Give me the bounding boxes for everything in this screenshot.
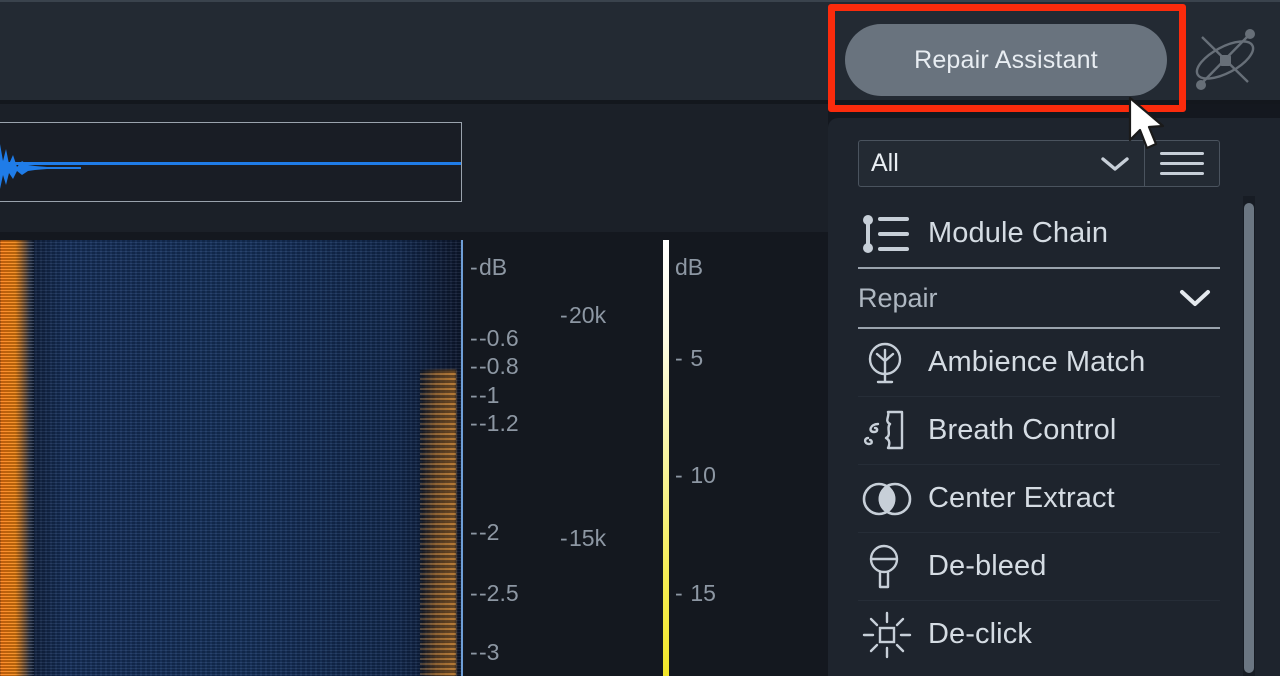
waveform-selection-box[interactable] bbox=[0, 122, 462, 202]
module-item-center-extract[interactable]: Center Extract bbox=[858, 465, 1250, 532]
amplitude-tick-0: -0.6 bbox=[479, 325, 519, 351]
module-item-de-bleed[interactable]: De-bleed bbox=[858, 533, 1250, 600]
sunburst-square-icon bbox=[858, 611, 928, 659]
level-tick-2: 15 bbox=[690, 580, 716, 606]
amplitude-tick-5: -2.5 bbox=[479, 580, 519, 606]
spectrogram-transient-right-texture bbox=[420, 370, 456, 676]
microphone-icon bbox=[858, 543, 928, 591]
amplitude-tick-1: -0.8 bbox=[479, 353, 519, 379]
module-item-label: Ambience Match bbox=[928, 346, 1146, 378]
top-toolbar: Repair Assistant bbox=[0, 0, 1280, 104]
repair-assistant-button[interactable]: Repair Assistant bbox=[845, 24, 1167, 96]
tree-icon bbox=[858, 340, 928, 386]
module-chain-row[interactable]: Module Chain bbox=[858, 200, 1250, 267]
module-chain-label: Module Chain bbox=[928, 217, 1109, 249]
level-tick-0: 5 bbox=[690, 345, 704, 371]
module-item-breath-control[interactable]: Breath Control bbox=[858, 397, 1250, 464]
module-item-de-click[interactable]: De-click bbox=[858, 601, 1250, 668]
chevron-down-icon bbox=[1101, 156, 1129, 171]
module-item-label: De-bleed bbox=[928, 550, 1047, 582]
module-filter-dropdown[interactable]: All bbox=[858, 140, 1144, 187]
app-root: Repair Assistant -dB --0.6 --0.8 --1 --1… bbox=[0, 0, 1280, 676]
module-list: Module Chain Repair Ambience Match Breat… bbox=[858, 200, 1250, 676]
level-meter-bar bbox=[663, 240, 669, 676]
section-header-repair[interactable]: Repair bbox=[858, 269, 1220, 327]
module-list-scrollbar-thumb[interactable] bbox=[1244, 203, 1254, 673]
spectrogram-noise-layer bbox=[0, 240, 462, 676]
chevron-down-icon bbox=[1180, 290, 1210, 306]
module-filter-value: All bbox=[871, 149, 899, 177]
mouse-cursor bbox=[1128, 96, 1165, 150]
frequency-tick-1: 15k bbox=[569, 525, 607, 551]
level-tick-1: 10 bbox=[690, 462, 716, 488]
overlapping-circles-icon bbox=[858, 478, 928, 520]
module-chain-icon bbox=[858, 212, 928, 256]
frequency-tick-0: 20k bbox=[569, 302, 607, 328]
amplitude-scale-unit: dB bbox=[479, 254, 508, 280]
section-label: Repair bbox=[858, 282, 938, 313]
amplitude-tick-2: -1 bbox=[479, 382, 500, 408]
playhead-line[interactable] bbox=[461, 240, 463, 676]
amplitude-tick-4: -2 bbox=[479, 519, 500, 545]
module-item-label: De-click bbox=[928, 618, 1032, 650]
waveform-view[interactable] bbox=[0, 104, 828, 232]
repair-assistant-button-wrapper: Repair Assistant bbox=[845, 24, 1167, 96]
waveform-transient bbox=[0, 144, 81, 189]
spectrogram-view[interactable] bbox=[0, 240, 462, 676]
hamburger-menu-icon-line3 bbox=[1160, 172, 1204, 175]
module-panel: All Module Chain Repair Ambience Match B… bbox=[828, 118, 1280, 676]
module-item-label: Center Extract bbox=[928, 482, 1115, 514]
hamburger-menu-icon-line2 bbox=[1160, 162, 1204, 165]
izotope-logo bbox=[1195, 29, 1255, 90]
amplitude-tick-3: -1.2 bbox=[479, 410, 519, 436]
level-meter-unit: dB bbox=[675, 254, 704, 280]
module-item-ambience-match[interactable]: Ambience Match bbox=[858, 329, 1250, 396]
spectrogram-transient-left-texture bbox=[0, 240, 34, 676]
module-item-label: Breath Control bbox=[928, 414, 1117, 446]
breath-face-icon bbox=[858, 408, 928, 454]
amplitude-tick-6: -3 bbox=[479, 639, 500, 665]
